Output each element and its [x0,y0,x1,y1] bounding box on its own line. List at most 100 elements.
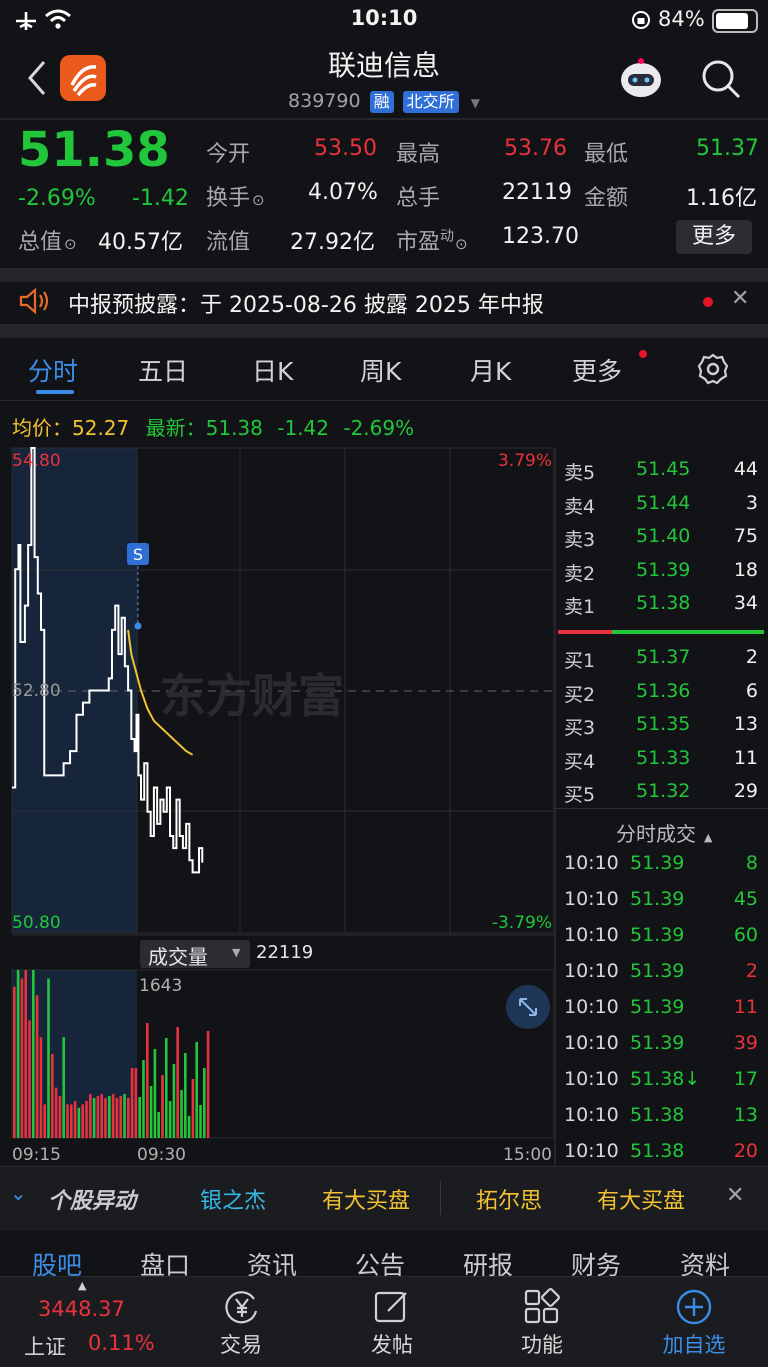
sub-tabs: 股吧 盘口 资讯 公告 研报 财务 资料 [0,1230,768,1276]
volume-bar [199,1105,202,1138]
trade-row: 10:10 51.39 2 [556,954,768,990]
index-value[interactable]: 3448.37 [38,1297,125,1321]
trade-yen-icon[interactable] [222,1287,262,1327]
quote-panel: 51.38 -2.69% -1.42 今开 53.50 最高 53.76 最低 … [0,120,768,270]
trade-price: 51.39 [630,888,685,910]
ask-row[interactable]: 卖4 51.44 3 [556,486,768,520]
volume-bar [54,1087,58,1138]
subtab-0[interactable]: 股吧 [32,1246,82,1276]
tab-monthly-k[interactable]: 月K [470,352,511,388]
trade-price: 51.39 [630,960,685,982]
ob-price: 51.37 [636,646,691,668]
tab-intraday[interactable]: 分时 [28,352,78,388]
trade-qty: 2 [745,960,758,982]
subtab-4[interactable]: 研报 [463,1246,513,1276]
ob-qty: 13 [733,713,758,735]
trade-row: 10:10 51.39 11 [556,990,768,1026]
volume-indicator-select[interactable]: 成交量 ▼ [140,940,250,969]
volume-bar [28,1020,31,1138]
float-cap-label: 流值 [206,230,251,255]
ticker-item[interactable]: 有大买盘 [597,1183,685,1215]
volume-value: 22119 [502,180,572,205]
intraday-chart[interactable]: 东方财富 54.80 52.80 50.80 3.79% -3.79% S 16… [0,440,556,1170]
tab-weekly-k[interactable]: 周K [360,352,401,388]
bid-row[interactable]: 买2 51.36 6 [556,674,768,708]
trade-time: 10:10 [564,1068,619,1090]
volume-bar [81,1104,84,1138]
post-button[interactable]: 发帖 [350,1329,434,1359]
bid-row[interactable]: 买5 51.32 29 [556,774,768,808]
stock-alert-ticker[interactable]: ⌄ 个股异动 银之杰 有大买盘 拓尔思 有大买盘 ✕ [0,1166,768,1231]
add-watchlist-button[interactable]: 加自选 [646,1329,742,1359]
bid-row[interactable]: 买3 51.35 13 [556,707,768,741]
more-button[interactable]: 更多 [676,220,752,254]
ob-qty: 18 [733,558,758,581]
info-dots-icon[interactable]: ⊙ [252,191,265,209]
ob-level-label: 卖2 [564,562,596,585]
unread-dot [703,297,713,307]
trade-button[interactable]: 交易 [200,1329,282,1359]
mktcap-value: 40.57亿 [98,230,183,255]
subtab-5[interactable]: 财务 [571,1246,621,1276]
bid-row[interactable]: 买4 51.33 11 [556,741,768,775]
volume-bar [89,1094,92,1138]
ob-qty: 44 [733,458,758,480]
volume-bar [70,1104,73,1138]
tab-active-indicator [36,390,74,394]
caret-up-icon: ▲ [78,1279,87,1292]
subtab-1[interactable]: 盘口 [140,1246,190,1276]
index-name[interactable]: 上证 [24,1331,66,1361]
subtab-3[interactable]: 公告 [355,1246,405,1276]
ticker-item[interactable]: 有大买盘 [322,1183,410,1215]
avg-price: 52.27 [72,416,130,440]
close-ticker-icon[interactable]: ✕ [726,1183,744,1208]
volume-bar [96,1096,100,1138]
bid-row[interactable]: 买1 51.37 2 [556,640,768,674]
subtab-2[interactable]: 资讯 [247,1246,297,1276]
ticker-title: 个股异动 [48,1189,137,1214]
trades-header[interactable]: 分时成交 ▲ [616,818,712,847]
trade-qty: 20 [733,1140,758,1162]
robot-assistant-icon[interactable] [616,56,666,104]
ask-row[interactable]: 卖3 51.40 75 [556,519,768,553]
tab-five-day[interactable]: 五日 [138,352,188,388]
info-dots-icon[interactable]: ⊙ [455,235,468,253]
settings-gear-icon[interactable] [696,352,730,386]
trade-qty: 11 [733,996,758,1018]
info-dots-icon[interactable]: ⊙ [64,235,77,253]
add-watchlist-icon[interactable] [674,1287,714,1327]
open-label: 今开 [206,142,251,167]
volume-bar [62,1037,65,1138]
ob-qty: 2 [745,646,758,668]
margin-tag: 融 [369,91,394,113]
tab-more[interactable]: 更多 [572,352,622,388]
collapse-chevron-icon[interactable]: ⌄ [10,1181,27,1205]
notice-banner[interactable]: 中报预披露：于 2025-08-26 披露 2025 年中报 ✕ [0,282,768,324]
functions-grid-icon[interactable] [522,1287,562,1327]
volume-bar [203,1068,206,1138]
volume-bar [85,1101,88,1138]
ticker-item[interactable]: 银之杰 [200,1183,266,1215]
ask-row[interactable]: 卖1 51.38 34 [556,586,768,620]
volume-bar [66,1104,69,1138]
ask-row[interactable]: 卖2 51.39 18 [556,553,768,587]
trade-qty: 45 [733,888,758,910]
subtab-6[interactable]: 资料 [680,1246,730,1276]
post-edit-icon[interactable] [372,1287,412,1327]
volume-bar [20,978,24,1138]
ticker-item[interactable]: 拓尔思 [476,1183,542,1215]
tab-daily-k[interactable]: 日K [252,352,293,388]
search-icon[interactable] [700,58,742,100]
trade-time: 10:10 [564,852,619,874]
ask-row[interactable]: 卖5 51.45 44 [556,452,768,486]
dropdown-caret-icon[interactable]: ▼ [471,96,480,110]
functions-button[interactable]: 功能 [500,1329,584,1359]
trade-qty: 17 [733,1068,758,1090]
ob-level-label: 卖5 [564,462,596,484]
trade-time: 10:10 [564,1104,619,1126]
close-icon[interactable]: ✕ [731,286,749,311]
ob-qty: 3 [745,491,758,514]
index-change[interactable]: 0.11% [88,1331,155,1355]
chart-info-line: 均价：52.27 最新：51.38 -1.42 -2.69% [12,416,415,440]
volume-bar [176,1027,179,1138]
